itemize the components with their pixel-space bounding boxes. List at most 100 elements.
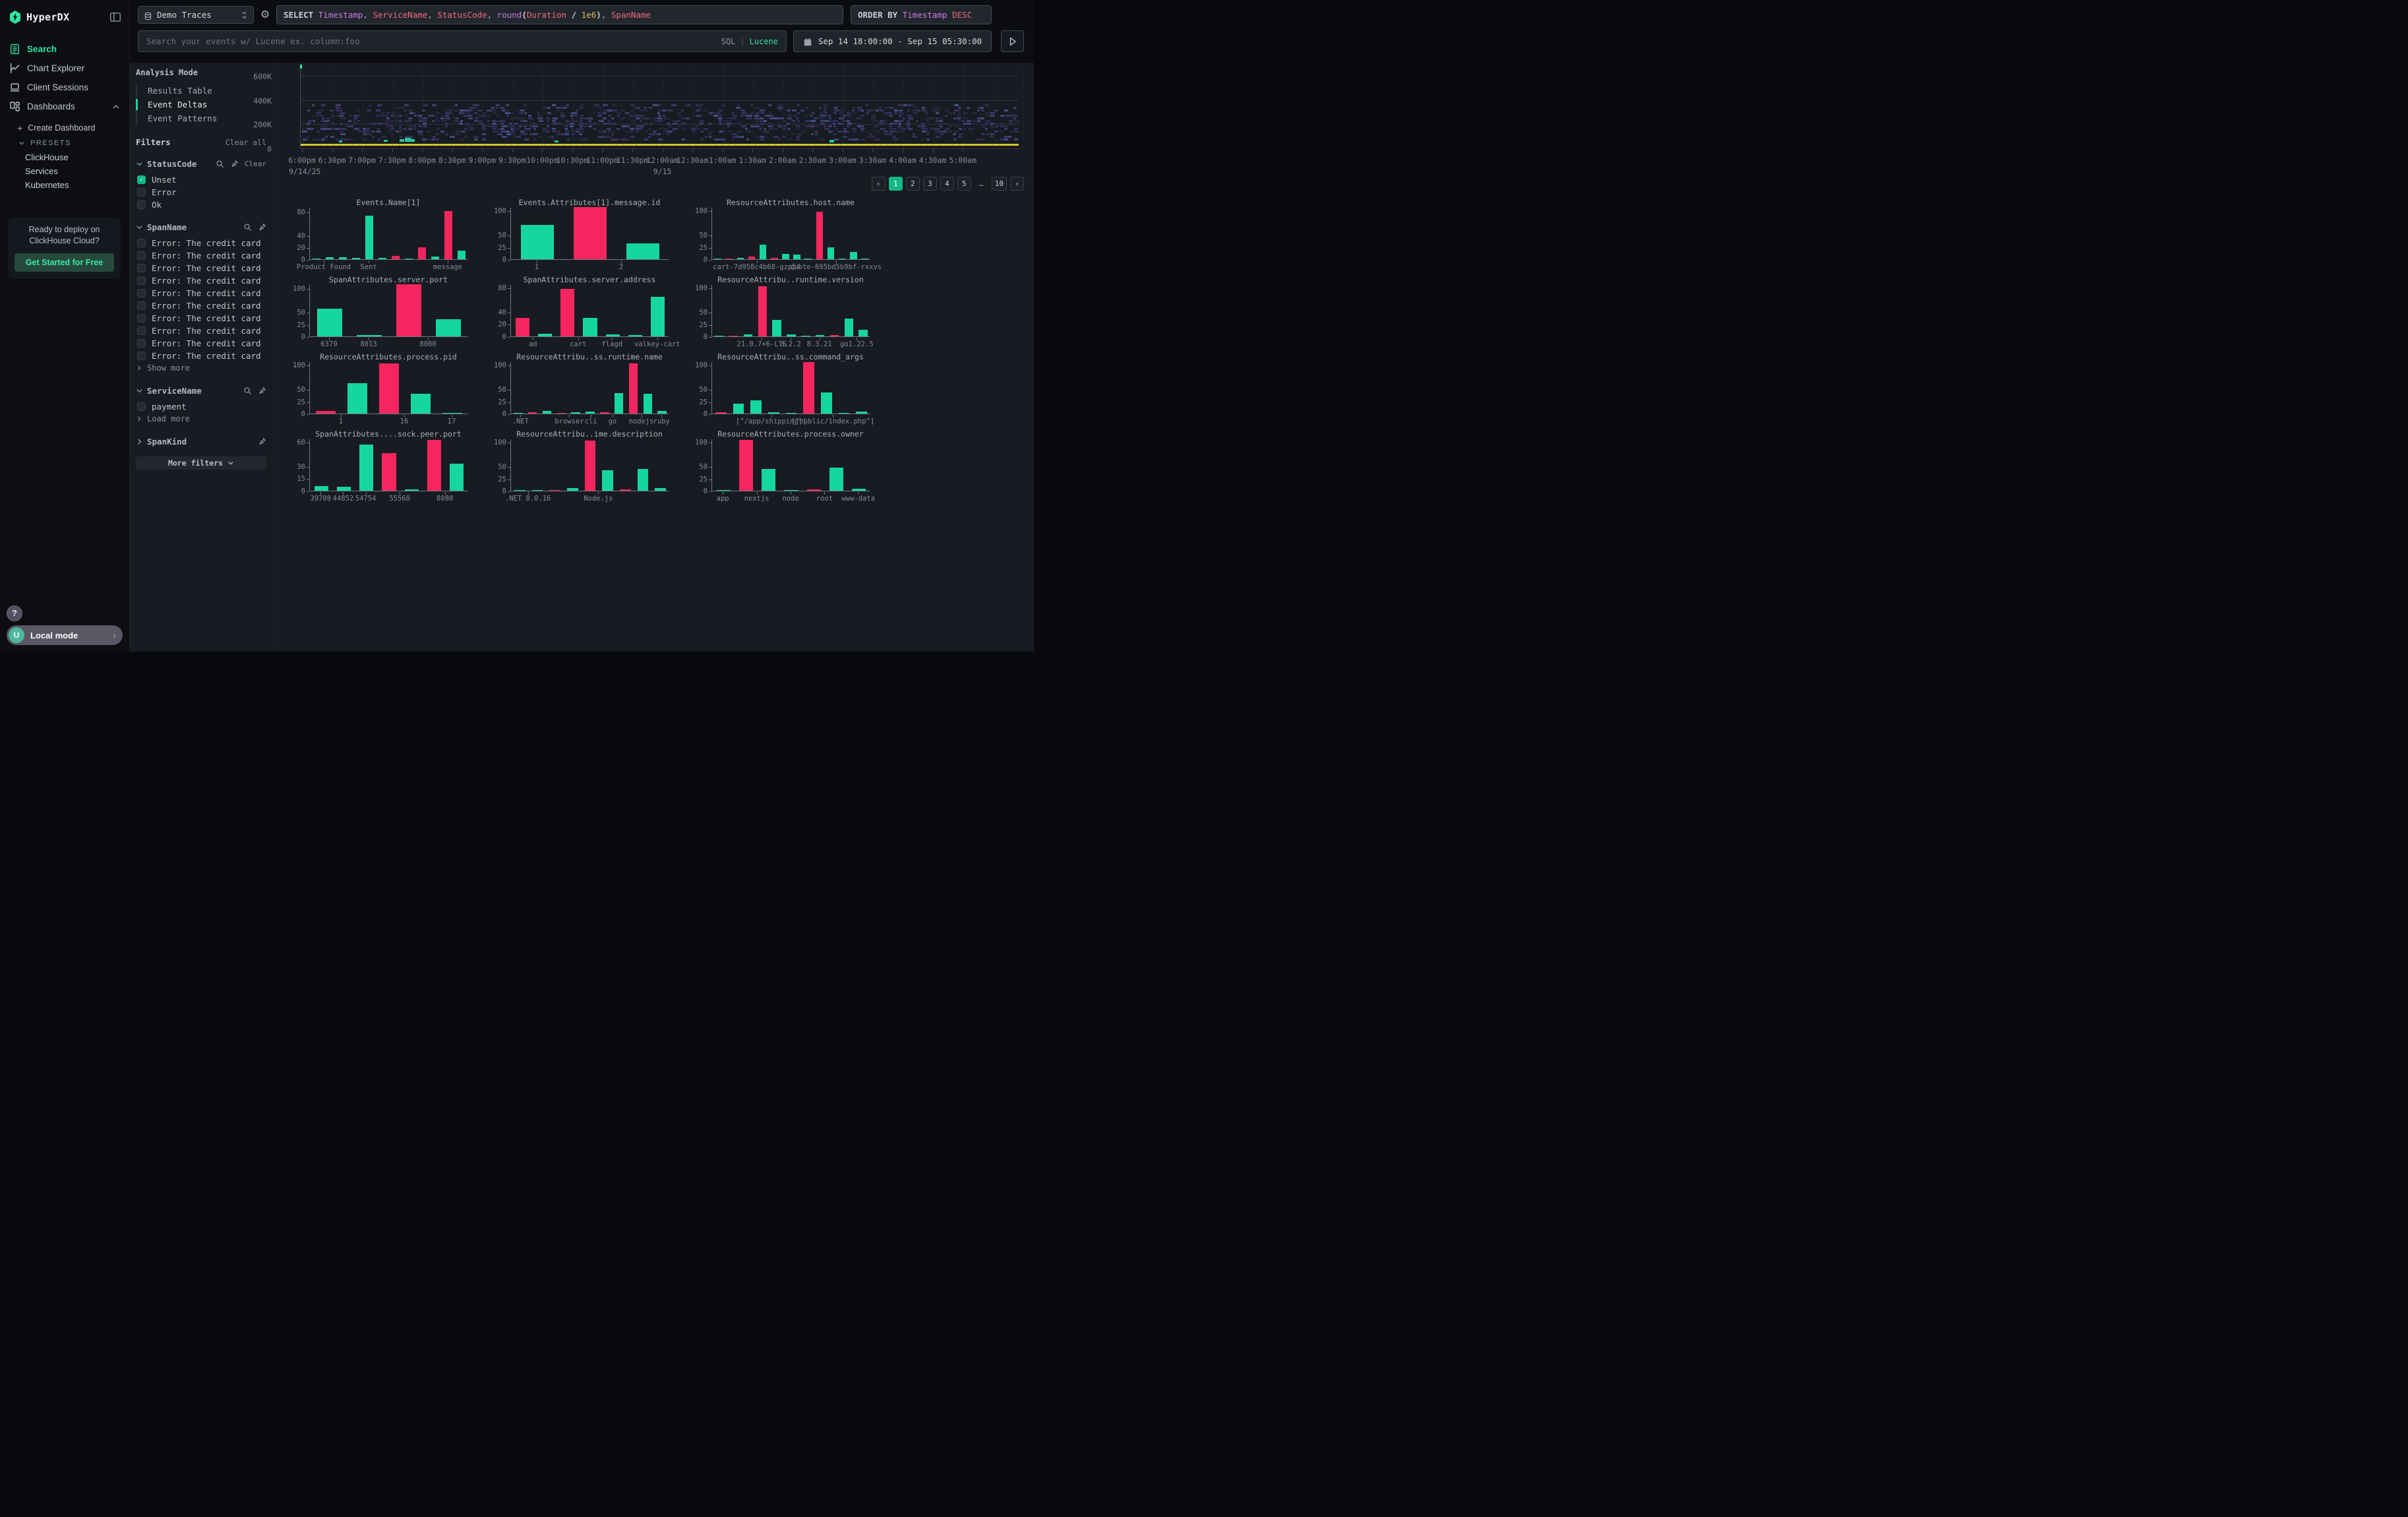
language-toggle-sql[interactable]: SQL	[721, 37, 736, 46]
analysis-mode-option-event-patterns[interactable]: Event Patterns	[137, 111, 266, 125]
pin-icon[interactable]	[258, 437, 266, 446]
mini-chart-resourceattribu-ime-description[interactable]: ResourceAttribu..ime.description02550100…	[489, 429, 671, 507]
date-range-picker[interactable]: Sep 14 18:00:00 - Sep 15 05:30:00	[793, 30, 992, 52]
page-button-10[interactable]: 10	[992, 177, 1007, 191]
checkbox-icon[interactable]	[137, 276, 146, 285]
events-timeline-chart[interactable]	[300, 66, 1019, 148]
filter-section-header-statuscode[interactable]: StatusCodeClear	[136, 158, 266, 170]
show-more-button[interactable]: Show more	[136, 362, 266, 374]
checkbox-icon[interactable]	[137, 402, 146, 411]
page-button-3[interactable]: 3	[923, 177, 937, 191]
next-page-button[interactable]: ›	[1010, 177, 1024, 191]
filter-checkbox-row[interactable]: Error: The credit card (…	[136, 287, 266, 299]
density-cell	[571, 131, 575, 133]
page-button-1[interactable]: 1	[889, 177, 903, 191]
filter-checkbox-row[interactable]: Ok	[136, 199, 266, 210]
more-filters-button[interactable]: More filters	[136, 456, 266, 470]
checkbox-icon[interactable]	[137, 239, 146, 247]
gear-icon[interactable]: ⚙	[259, 9, 271, 20]
mini-chart-events-name-1-[interactable]: Events.Name[1]0204080Product FoundSentme…	[288, 198, 469, 275]
page-button-4[interactable]: 4	[940, 177, 954, 191]
search-icon[interactable]	[243, 387, 252, 395]
help-button[interactable]: ?	[7, 605, 22, 621]
page-button-2[interactable]: 2	[906, 177, 920, 191]
clear-section-button[interactable]: Clear	[245, 160, 266, 168]
sidebar-item-preset-services[interactable]: Services	[0, 164, 129, 178]
filter-checkbox-row[interactable]: Error: The credit card (…	[136, 312, 266, 324]
mini-chart-spanattributes-server-port[interactable]: SpanAttributes.server.port02550100637980…	[288, 275, 469, 352]
checkbox-icon[interactable]	[137, 251, 146, 260]
sidebar-item-search[interactable]: Search	[0, 40, 129, 59]
search-icon[interactable]	[216, 160, 224, 168]
checkbox-icon[interactable]	[137, 201, 146, 209]
filter-checkbox-row[interactable]: Error: The credit card (…	[136, 262, 266, 274]
analysis-mode-option-results-table[interactable]: Results Table	[137, 84, 266, 98]
checkbox-icon[interactable]	[137, 326, 146, 335]
sidebar-item-chart-explorer[interactable]: Chart Explorer	[0, 59, 129, 78]
checkbox-icon[interactable]	[137, 301, 146, 310]
filter-checkbox-row[interactable]: Error: The credit card (…	[136, 237, 266, 249]
mini-chart-resourceattributes-process-owner[interactable]: ResourceAttributes.process.owner02550100…	[690, 429, 872, 507]
checkbox-icon[interactable]	[137, 352, 146, 360]
pin-icon[interactable]	[258, 223, 266, 232]
checkbox-icon[interactable]	[137, 314, 146, 323]
density-cell	[985, 112, 988, 114]
mini-chart-resourceattributes-process-pid[interactable]: ResourceAttributes.process.pid0255010011…	[288, 352, 469, 429]
filter-checkbox-row[interactable]: Error	[136, 186, 266, 198]
filter-section-header-spanname[interactable]: SpanName	[136, 221, 266, 233]
sidebar-item-dashboards[interactable]: Dashboards	[0, 97, 129, 116]
filter-section-header-spankind[interactable]: SpanKind	[136, 435, 266, 447]
checkbox-checked-icon[interactable]: ✓	[137, 175, 146, 184]
filter-checkbox-row[interactable]: Error: The credit card (…	[136, 249, 266, 261]
source-select[interactable]: Demo Traces	[138, 6, 254, 24]
run-query-button[interactable]	[1001, 30, 1024, 52]
filter-section-header-servicename[interactable]: ServiceName	[136, 385, 266, 396]
prev-page-button[interactable]: ‹	[872, 177, 886, 191]
checkbox-icon[interactable]	[137, 289, 146, 297]
filter-checkbox-row[interactable]: ✓Unset	[136, 173, 266, 185]
checkbox-icon[interactable]	[137, 339, 146, 348]
density-cell	[957, 117, 961, 119]
mini-chart-resourceattribu-ss-runtime-name[interactable]: ResourceAttribu..ss.runtime.name02550100…	[489, 352, 671, 429]
create-dashboard-button[interactable]: + Create Dashboard	[0, 120, 129, 136]
analysis-mode-option-event-deltas[interactable]: Event Deltas	[137, 98, 266, 111]
page-button-5[interactable]: 5	[957, 177, 971, 191]
sidebar-item-preset-kubernetes[interactable]: Kubernetes	[0, 178, 129, 192]
filter-checkbox-row[interactable]: payment	[136, 400, 266, 412]
mini-chart-resourceattribu-ss-command-args[interactable]: ResourceAttribu..ss.command_args02550100…	[690, 352, 872, 429]
language-toggle-lucene[interactable]: Lucene	[750, 37, 778, 46]
density-cell	[436, 139, 439, 140]
pin-icon[interactable]	[258, 387, 266, 395]
mini-chart-events-attributes-1-message-id[interactable]: Events.Attributes[1].message.id025501001…	[489, 198, 671, 275]
search-icon[interactable]	[243, 223, 252, 232]
sidebar-item-preset-clickhouse[interactable]: ClickHouse	[0, 150, 129, 164]
select-clause-input[interactable]: SELECT Timestamp, ServiceName, StatusCod…	[276, 5, 843, 24]
get-started-button[interactable]: Get Started for Free	[15, 253, 114, 272]
load-more-button[interactable]: Load more	[136, 413, 266, 425]
mini-chart-resourceattribu-runtime-version[interactable]: ResourceAttribu..runtime.version02550100…	[690, 275, 872, 352]
density-cell	[722, 123, 727, 125]
filter-checkbox-row[interactable]: Error: The credit card (…	[136, 337, 266, 349]
search-input[interactable]: Search your events w/ Lucene ex. column:…	[138, 30, 787, 52]
sidebar-item-client-sessions[interactable]: Client Sessions	[0, 78, 129, 97]
mini-chart-resourceattributes-host-name[interactable]: ResourceAttributes.host.name02550100cart…	[690, 198, 872, 275]
x-axis-tick-label: 55568	[389, 495, 410, 503]
presets-toggle[interactable]: PRESETS	[0, 136, 129, 150]
checkbox-icon[interactable]	[137, 188, 146, 197]
filter-checkbox-row[interactable]: Error: The credit card (…	[136, 325, 266, 336]
filter-checkbox-row[interactable]: Error: The credit card (…	[136, 299, 266, 311]
filter-value-label: Error: The credit card (…	[152, 263, 266, 273]
order-by-input[interactable]: ORDER BY Timestamp DESC	[851, 5, 992, 24]
mini-chart-spanattributes-sock-peer-port[interactable]: SpanAttributes....sock.peer.port01530603…	[288, 429, 469, 507]
filter-checkbox-row[interactable]: Error: The credit card (…	[136, 274, 266, 286]
sidebar-collapse-icon[interactable]	[109, 11, 121, 23]
density-cell	[704, 109, 707, 111]
filter-checkbox-row[interactable]: Error: The credit card (…	[136, 350, 266, 361]
density-cell	[547, 120, 549, 122]
mini-chart-spanattributes-server-address[interactable]: SpanAttributes.server.address0204080adca…	[489, 275, 671, 352]
account-pill[interactable]: U Local mode ›	[7, 625, 123, 645]
density-cell	[585, 123, 587, 125]
checkbox-icon[interactable]	[137, 264, 146, 272]
pin-icon[interactable]	[230, 160, 239, 168]
x-axis-tick-label: 12:30am	[677, 156, 708, 165]
